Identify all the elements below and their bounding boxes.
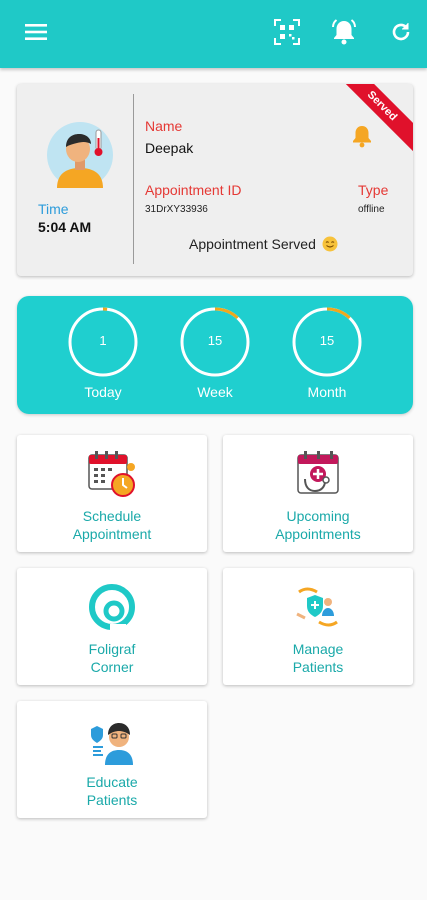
appointment-id-label: Appointment ID bbox=[145, 182, 242, 198]
educate-patients-icon bbox=[87, 715, 137, 765]
stat-week-label: Week bbox=[197, 384, 233, 400]
upcoming-appointments-label: Upcoming Appointments bbox=[223, 507, 413, 543]
stat-today[interactable]: 1 Today bbox=[63, 306, 143, 400]
stat-week-value: 15 bbox=[207, 333, 223, 348]
educate-patients-tile[interactable]: Educate Patients bbox=[17, 701, 207, 818]
appointment-stats-panel: 1 Today 15 Week 15 Month bbox=[17, 296, 413, 414]
schedule-appointment-tile[interactable]: Schedule Appointment bbox=[17, 435, 207, 552]
refresh-icon[interactable] bbox=[387, 18, 415, 46]
patient-name: Deepak bbox=[145, 140, 194, 156]
time-value: 5:04 AM bbox=[38, 219, 92, 235]
educate-patients-label-line1: Educate bbox=[86, 774, 138, 790]
type-label: Type bbox=[358, 182, 389, 198]
appointment-status-text: Appointment Served bbox=[189, 236, 316, 252]
calendar-clock-icon bbox=[87, 449, 137, 499]
time-label: Time bbox=[38, 201, 69, 217]
schedule-appointment-label-line2: Appointment bbox=[72, 526, 152, 542]
patient-avatar-icon bbox=[47, 122, 113, 188]
stat-month-value: 15 bbox=[319, 333, 335, 348]
menu-icon[interactable] bbox=[22, 18, 50, 46]
upcoming-appointments-tile[interactable]: Upcoming Appointments bbox=[223, 435, 413, 552]
appointment-card[interactable]: Time 5:04 AM Name Deepak Appointment ID … bbox=[17, 84, 413, 276]
manage-patients-icon bbox=[293, 582, 343, 632]
stat-week[interactable]: 15 Week bbox=[175, 306, 255, 400]
foligraf-corner-tile[interactable]: Foligraf Corner bbox=[17, 568, 207, 685]
foligraf-corner-label-line2: Corner bbox=[90, 659, 134, 675]
upcoming-appointments-label-line1: Upcoming bbox=[286, 508, 350, 524]
calendar-stethoscope-icon bbox=[293, 449, 343, 499]
schedule-appointment-label: Schedule Appointment bbox=[17, 507, 207, 543]
smile-emoji-icon bbox=[322, 236, 338, 252]
appointment-id-value: 31DrXY33936 bbox=[145, 204, 208, 215]
stat-today-label: Today bbox=[84, 384, 122, 400]
foligraf-corner-label-line1: Foligraf bbox=[88, 641, 136, 657]
manage-patients-label: Manage Patients bbox=[223, 640, 413, 676]
app-bar bbox=[0, 0, 427, 68]
appointment-status: Appointment Served bbox=[189, 236, 338, 252]
educate-patients-label-line2: Patients bbox=[86, 792, 138, 808]
educate-patients-label: Educate Patients bbox=[17, 773, 207, 809]
stat-today-value: 1 bbox=[99, 333, 107, 348]
name-label: Name bbox=[145, 118, 183, 134]
manage-patients-label-line1: Manage bbox=[292, 641, 344, 657]
type-value: offline bbox=[358, 204, 385, 215]
qr-scan-icon[interactable] bbox=[273, 18, 301, 46]
schedule-appointment-label-line1: Schedule bbox=[82, 508, 142, 524]
card-divider bbox=[133, 94, 134, 264]
stat-month-label: Month bbox=[307, 384, 347, 400]
upcoming-appointments-label-line2: Appointments bbox=[275, 526, 361, 542]
foligraf-logo-icon bbox=[87, 582, 137, 632]
manage-patients-tile[interactable]: Manage Patients bbox=[223, 568, 413, 685]
stat-month[interactable]: 15 Month bbox=[287, 306, 367, 400]
foligraf-corner-label: Foligraf Corner bbox=[17, 640, 207, 676]
notification-bell-icon[interactable] bbox=[330, 18, 358, 46]
bell-icon[interactable] bbox=[351, 124, 373, 148]
manage-patients-label-line2: Patients bbox=[292, 659, 344, 675]
